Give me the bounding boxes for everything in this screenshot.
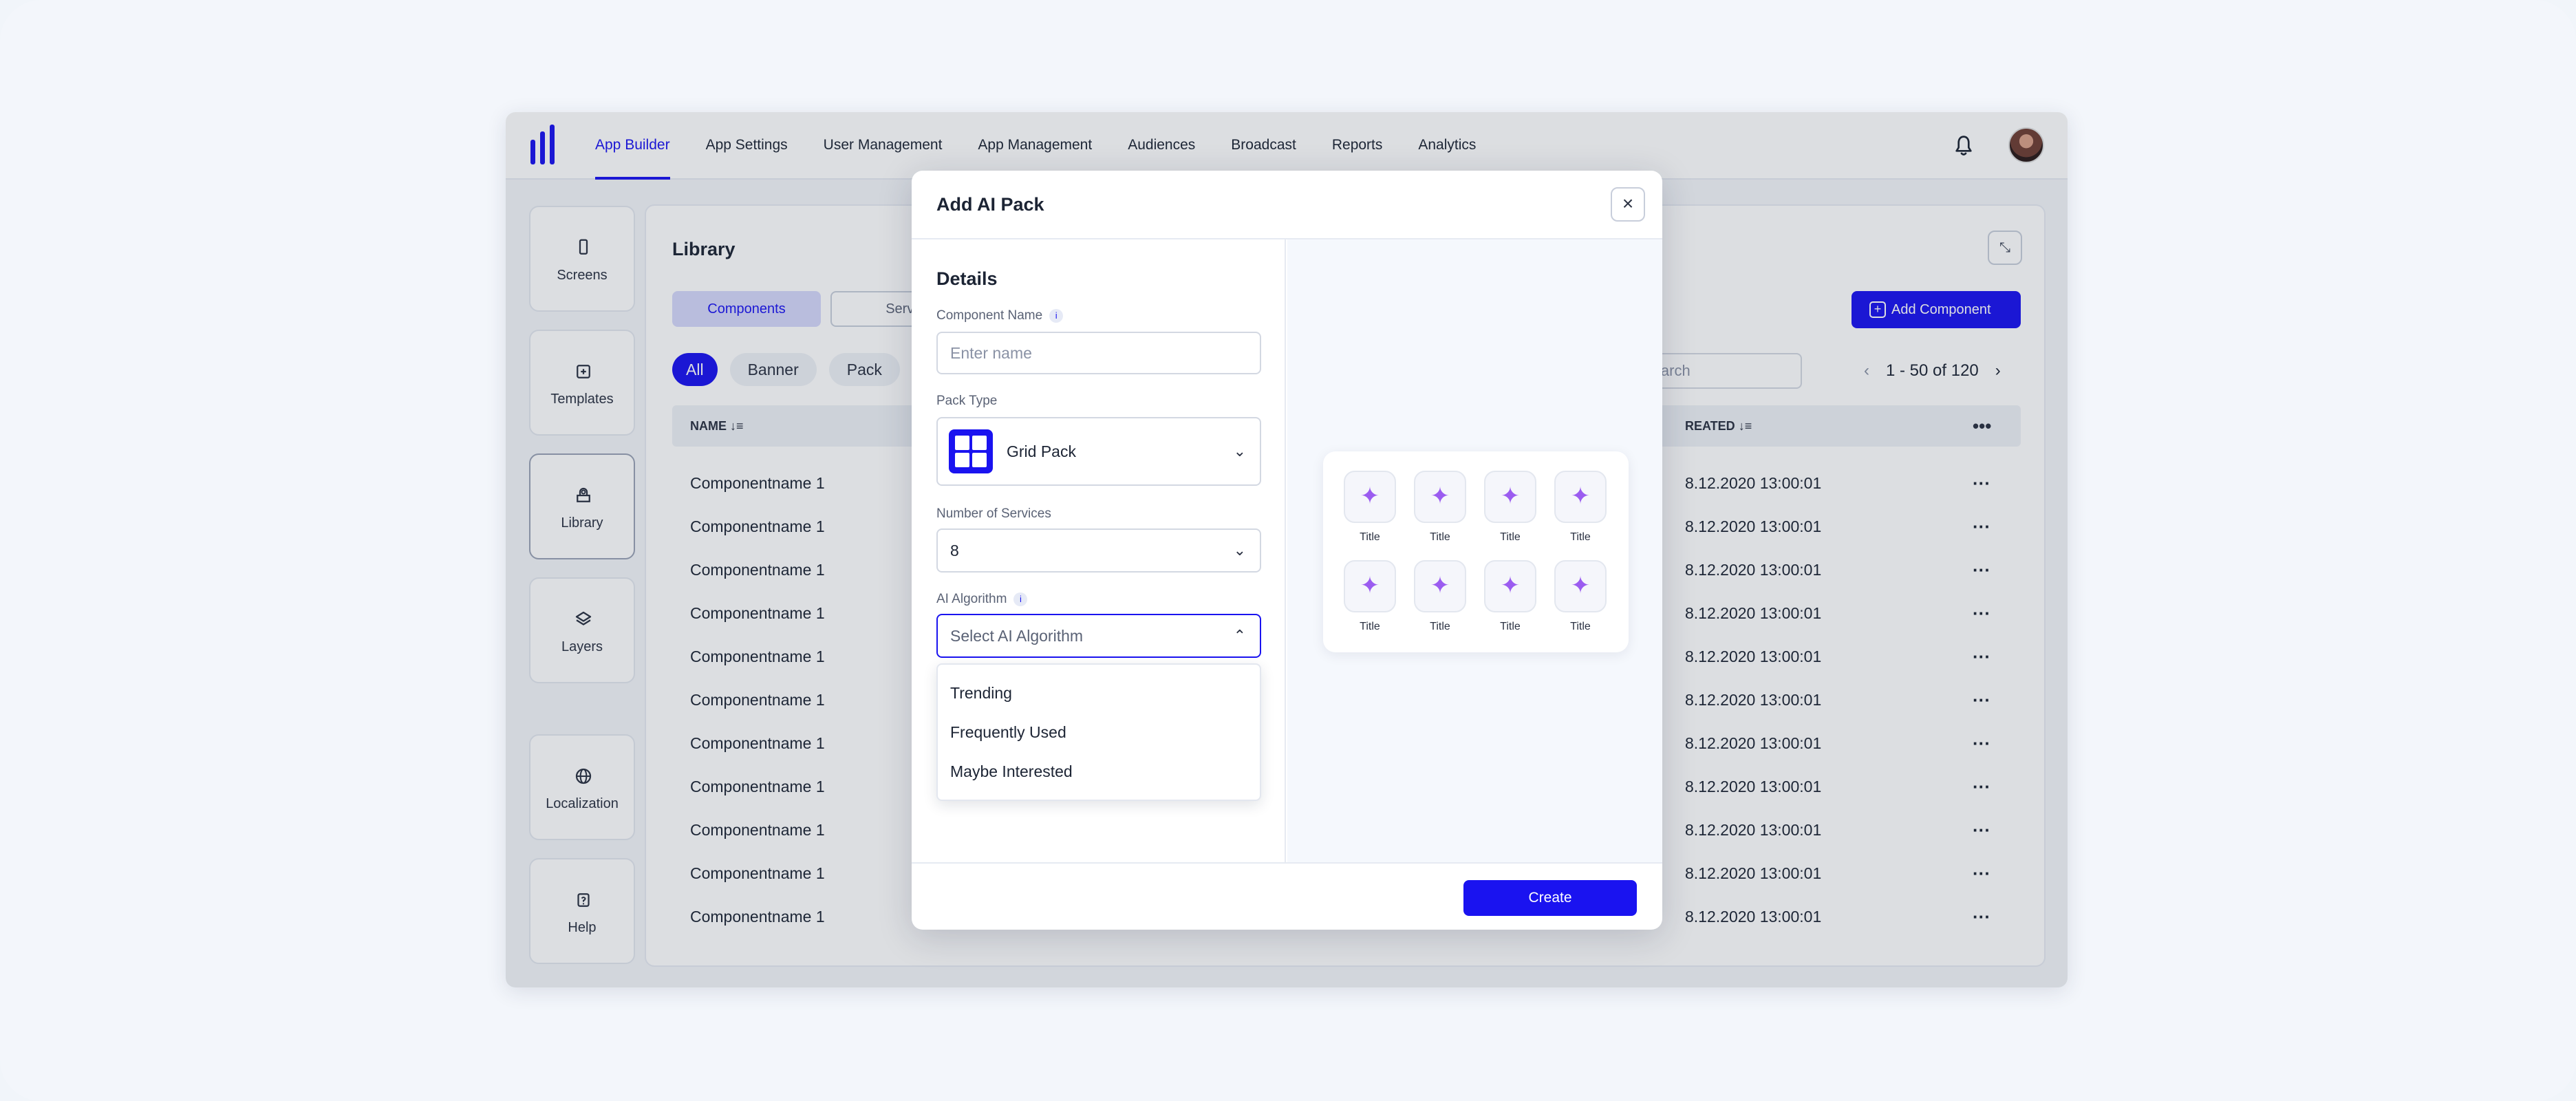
option-frequently-used[interactable]: Frequently Used — [950, 723, 1066, 742]
algorithm-dropdown: Trending Frequently Used Maybe Intereste… — [936, 663, 1261, 801]
sparkle-icon: ✦ — [1484, 560, 1536, 612]
pack-type-select[interactable]: Grid Pack ⌄ — [936, 417, 1261, 486]
option-trending[interactable]: Trending — [950, 684, 1012, 703]
modal-header: Add AI Pack × — [912, 171, 1662, 239]
sparkle-icon: ✦ — [1344, 471, 1396, 523]
option-maybe-interested[interactable]: Maybe Interested — [950, 762, 1073, 781]
modal-title: Add AI Pack — [936, 194, 1044, 215]
algorithm-placeholder: Select AI Algorithm — [950, 627, 1084, 645]
services-select[interactable]: 8 ⌄ — [936, 528, 1261, 573]
chevron-down-icon: ⌄ — [1233, 442, 1246, 460]
preview-tile: ✦ Title — [1414, 560, 1466, 633]
section-title: Details — [936, 268, 998, 289]
algorithm-select[interactable]: Select AI Algorithm ⌃ — [936, 614, 1261, 658]
preview-tile: ✦ Title — [1554, 560, 1607, 633]
preview-tile: ✦ Title — [1484, 560, 1536, 633]
add-ai-pack-modal: Add AI Pack × Details Component Name i En… — [912, 171, 1662, 930]
chevron-down-icon: ⌄ — [1233, 542, 1246, 559]
close-icon: × — [1622, 193, 1634, 214]
info-icon[interactable]: i — [1049, 308, 1064, 323]
grid-pack-icon — [949, 429, 993, 473]
preview-pane: ✦ Title ✦ Title ✦ Title ✦ Title ✦ Title ✦ Titl… — [1287, 239, 1662, 862]
preview-tile: ✦ Title — [1554, 471, 1607, 544]
services-label: Number of Services — [936, 506, 1051, 521]
component-name-label: Component Name i — [936, 308, 1064, 323]
info-icon[interactable]: i — [1013, 592, 1028, 606]
details-form: Details Component Name i Enter name Pack … — [912, 239, 1286, 862]
chevron-up-icon: ⌃ — [1233, 627, 1246, 644]
sparkle-icon: ✦ — [1554, 471, 1607, 523]
sparkle-icon: ✦ — [1554, 560, 1607, 612]
preview-tile: ✦ Title — [1344, 471, 1396, 544]
preview-tile: ✦ Title — [1484, 471, 1536, 544]
modal-footer: Create — [912, 862, 1662, 930]
close-button[interactable]: × — [1611, 187, 1645, 222]
algorithm-label: AI Algorithm i — [936, 592, 1028, 607]
preview-tile: ✦ Title — [1344, 560, 1396, 633]
grid-pack-preview: ✦ Title ✦ Title ✦ Title ✦ Title ✦ Title ✦ Titl… — [1323, 451, 1629, 652]
preview-tile: ✦ Title — [1414, 471, 1466, 544]
component-name-input[interactable]: Enter name — [936, 332, 1261, 374]
pack-type-value: Grid Pack — [1007, 442, 1076, 460]
sparkle-icon: ✦ — [1414, 560, 1466, 612]
sparkle-icon: ✦ — [1484, 471, 1536, 523]
pack-type-label: Pack Type — [936, 394, 998, 408]
create-button[interactable]: Create — [1463, 880, 1637, 916]
services-value: 8 — [950, 542, 959, 559]
sparkle-icon: ✦ — [1344, 560, 1396, 612]
sparkle-icon: ✦ — [1414, 471, 1466, 523]
